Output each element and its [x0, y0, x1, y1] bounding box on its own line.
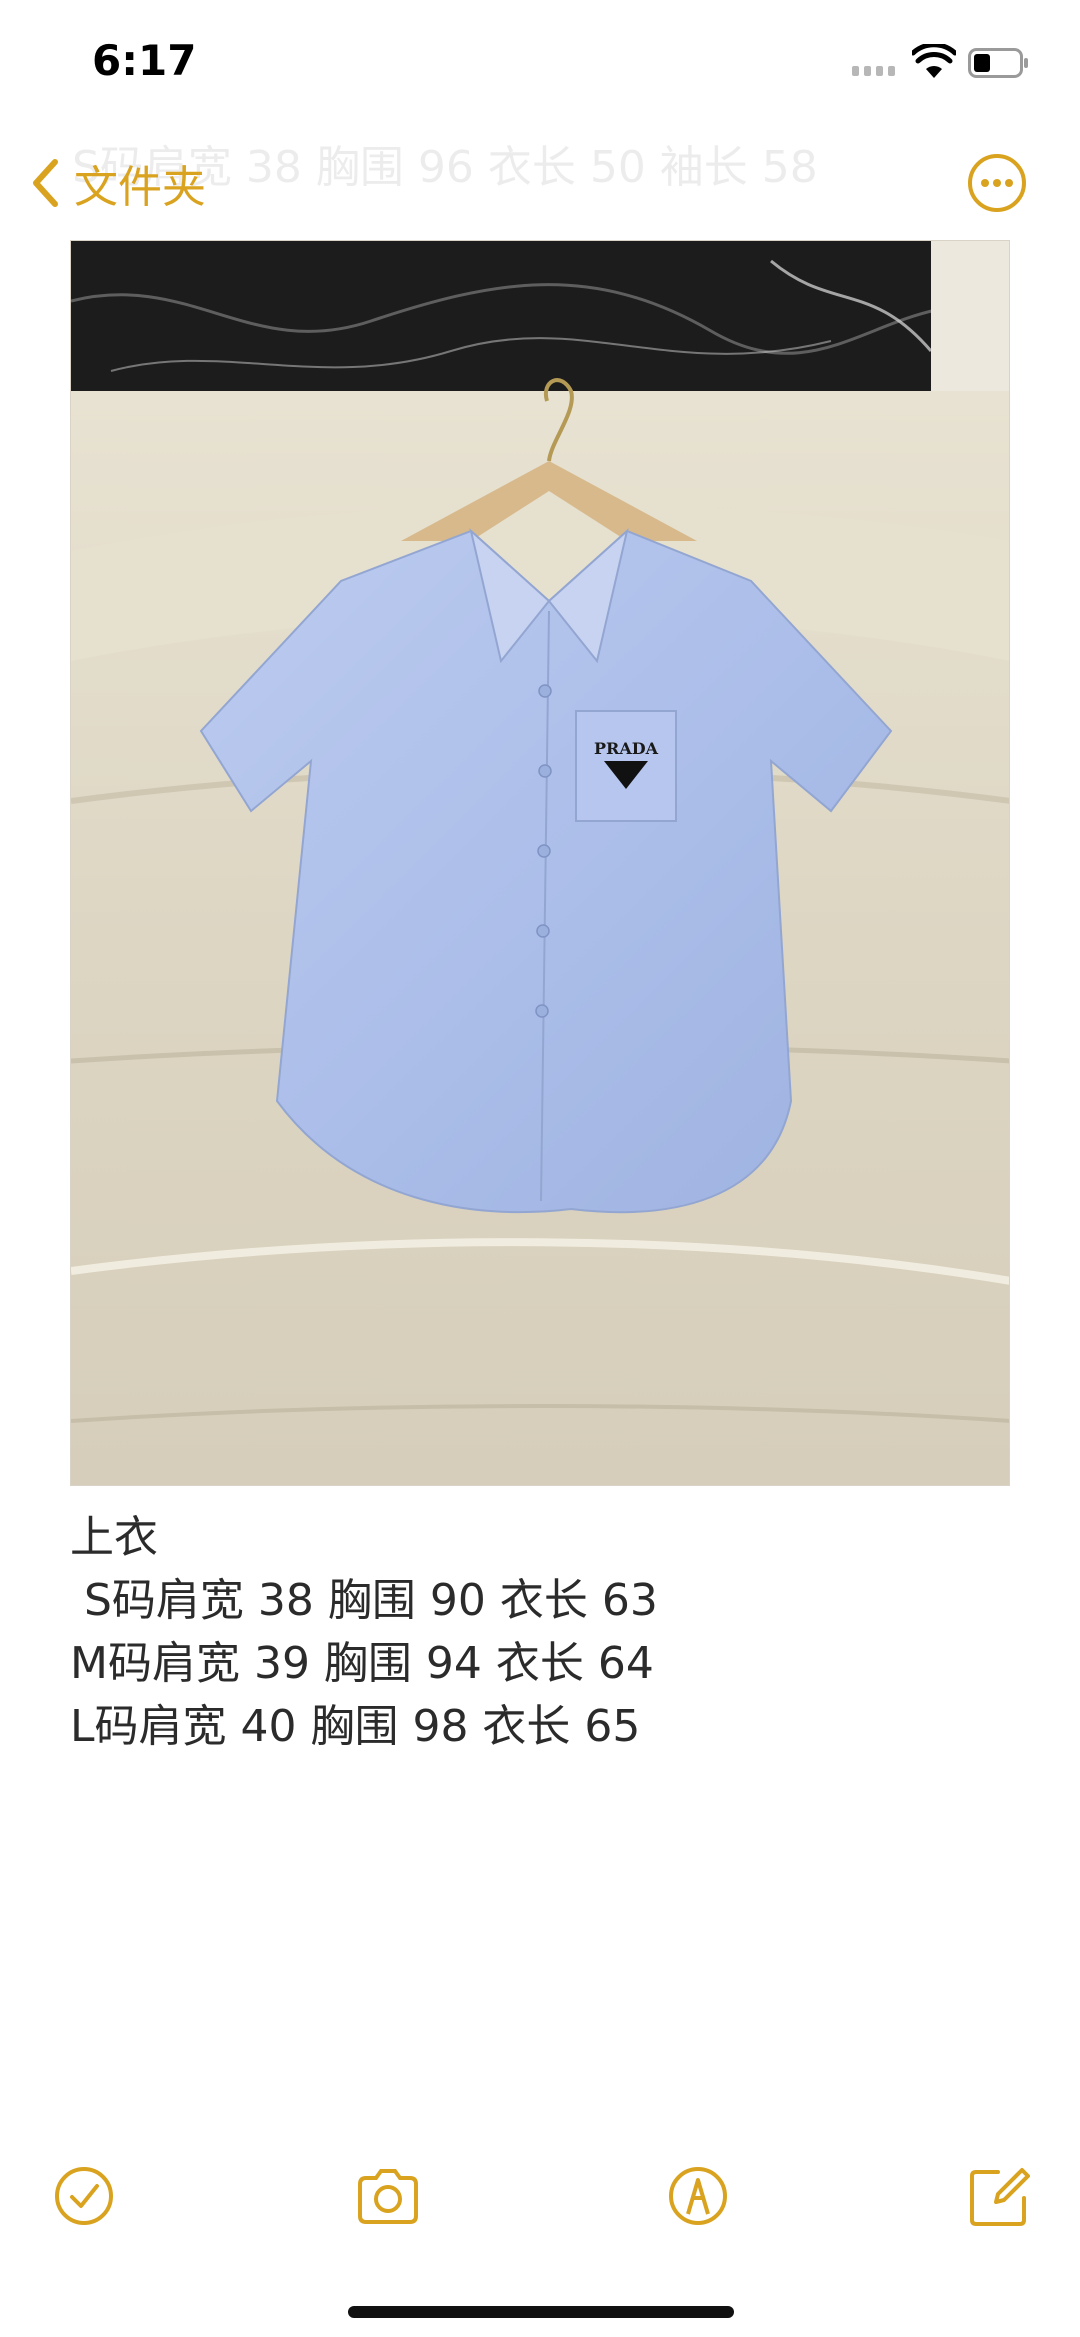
checklist-icon[interactable]: [50, 2162, 118, 2230]
wifi-icon: [912, 44, 956, 78]
camera-icon[interactable]: [354, 2162, 422, 2230]
shirt-illustration: PRADA: [71, 241, 1009, 1485]
cellular-signal-icon: [852, 66, 898, 76]
compose-icon[interactable]: [966, 2162, 1034, 2230]
note-line: S码肩宽 38 胸围 90 衣长 63: [70, 1575, 658, 1626]
navigation-bar: 文件夹: [0, 130, 1080, 240]
note-body[interactable]: 上衣 S码肩宽 38 胸围 90 衣长 63 M码肩宽 39 胸围 94 衣长 …: [70, 1506, 1010, 1758]
note-line: M码肩宽 39 胸围 94 衣长 64: [70, 1638, 654, 1689]
chevron-left-icon: [33, 159, 58, 207]
home-indicator[interactable]: [348, 2306, 734, 2318]
logo-text: PRADA: [594, 739, 659, 758]
note-line: 上衣: [70, 1512, 158, 1563]
markup-pen-icon[interactable]: [664, 2162, 732, 2230]
status-time: 6:17: [92, 36, 197, 85]
bottom-toolbar: [0, 2150, 1080, 2250]
back-button-label: 文件夹: [74, 162, 206, 213]
ellipsis-circle-icon[interactable]: [966, 152, 1028, 214]
status-bar: 6:17: [0, 0, 1080, 120]
shirt-photo[interactable]: PRADA: [70, 240, 1010, 1486]
battery-icon: [968, 48, 1028, 78]
back-button[interactable]: 文件夹: [30, 148, 206, 218]
note-line: L码肩宽 40 胸围 98 衣长 65: [70, 1701, 641, 1752]
